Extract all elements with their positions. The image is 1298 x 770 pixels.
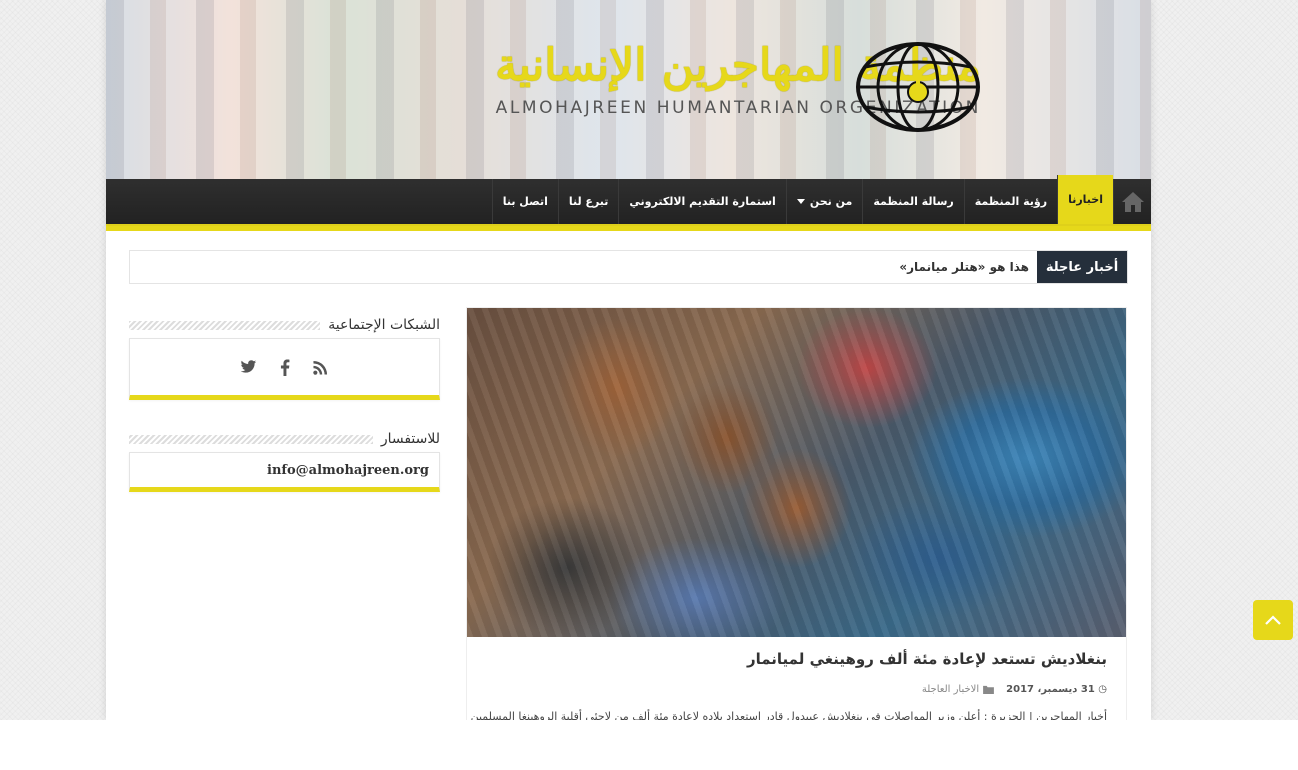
- folder-icon: [983, 685, 995, 694]
- widget-title-stripe: [129, 434, 373, 444]
- globe-icon[interactable]: [855, 42, 981, 132]
- contact-widget-header: للاستفسار: [129, 426, 440, 452]
- facebook-icon[interactable]: [276, 358, 294, 376]
- breaking-news-label: أخبار عاجلة: [1037, 251, 1127, 283]
- breaking-news-headline[interactable]: هذا هو «هتلر ميانمار»: [899, 251, 1029, 283]
- scroll-to-top-button[interactable]: [1253, 600, 1293, 640]
- twitter-icon[interactable]: [240, 358, 258, 376]
- social-widget-title: الشبكات الإجتماعية: [320, 317, 440, 333]
- page-wrapper: منظمة المهاجرين الإنسانية ALMOHAJREEN HU…: [106, 0, 1151, 720]
- contact-email-link[interactable]: info@almohajreen.org: [267, 463, 429, 478]
- site-header: منظمة المهاجرين الإنسانية ALMOHAJREEN HU…: [106, 0, 1151, 179]
- breaking-news-bar: أخبار عاجلة هذا هو «هتلر ميانمار»: [129, 250, 1128, 284]
- featured-post: بنغلاديش تستعد لإعادة مئة ألف روهينغي لم…: [466, 307, 1127, 720]
- post-date-wrap: ◷ 31 ديسمبر، 2017: [1006, 684, 1107, 695]
- nav-accent-bar: [106, 224, 1151, 231]
- social-links: [129, 338, 440, 400]
- nav-item-mission[interactable]: رسالة المنظمة: [862, 179, 963, 224]
- home-icon: [1121, 191, 1144, 212]
- contact-email-box: info@almohajreen.org: [129, 452, 440, 492]
- nav-item-vision[interactable]: رؤية المنظمة: [963, 179, 1057, 224]
- nav-item-about-label: من نحن: [809, 195, 853, 208]
- main-navigation: اخبارنا رؤية المنظمة رسالة المنظمة من نح…: [106, 175, 1151, 224]
- rss-icon[interactable]: [312, 358, 330, 376]
- social-widget: الشبكات الإجتماعية: [129, 312, 440, 400]
- viewport-bottom: [0, 720, 1298, 770]
- post-featured-image[interactable]: [467, 308, 1126, 637]
- post-date: 31 ديسمبر، 2017: [1006, 684, 1095, 695]
- post-meta: ◷ 31 ديسمبر، 2017 الاخبار العاجلة: [922, 684, 1107, 695]
- contact-widget-title: للاستفسار: [372, 431, 440, 447]
- clock-icon: ◷: [1098, 684, 1107, 695]
- nav-home[interactable]: [1113, 179, 1151, 224]
- nav-item-news[interactable]: اخبارنا: [1057, 175, 1113, 224]
- post-image-texture: [467, 308, 1126, 637]
- chevron-up-icon: [1265, 615, 1281, 625]
- post-category-wrap[interactable]: الاخبار العاجلة: [921, 684, 995, 695]
- nav-item-contact[interactable]: اتصل بنا: [491, 179, 558, 224]
- post-title[interactable]: بنغلاديش تستعد لإعادة مئة ألف روهينغي لم…: [747, 650, 1107, 668]
- post-excerpt: أخبار المهاجرين | الجزيرة : أعلن وزير ال…: [470, 710, 1107, 720]
- social-widget-header: الشبكات الإجتماعية: [129, 312, 440, 338]
- nav-item-donate[interactable]: تبرع لنا: [557, 179, 619, 224]
- nav-item-application-form[interactable]: استمارة التقديم الالكتروني: [618, 179, 785, 224]
- nav-item-about[interactable]: من نحن: [785, 179, 863, 224]
- post-category: الاخبار العاجلة: [921, 684, 980, 695]
- widget-title-stripe: [129, 320, 321, 330]
- contact-widget: للاستفسار info@almohajreen.org: [129, 426, 440, 492]
- chevron-down-icon: [796, 199, 805, 204]
